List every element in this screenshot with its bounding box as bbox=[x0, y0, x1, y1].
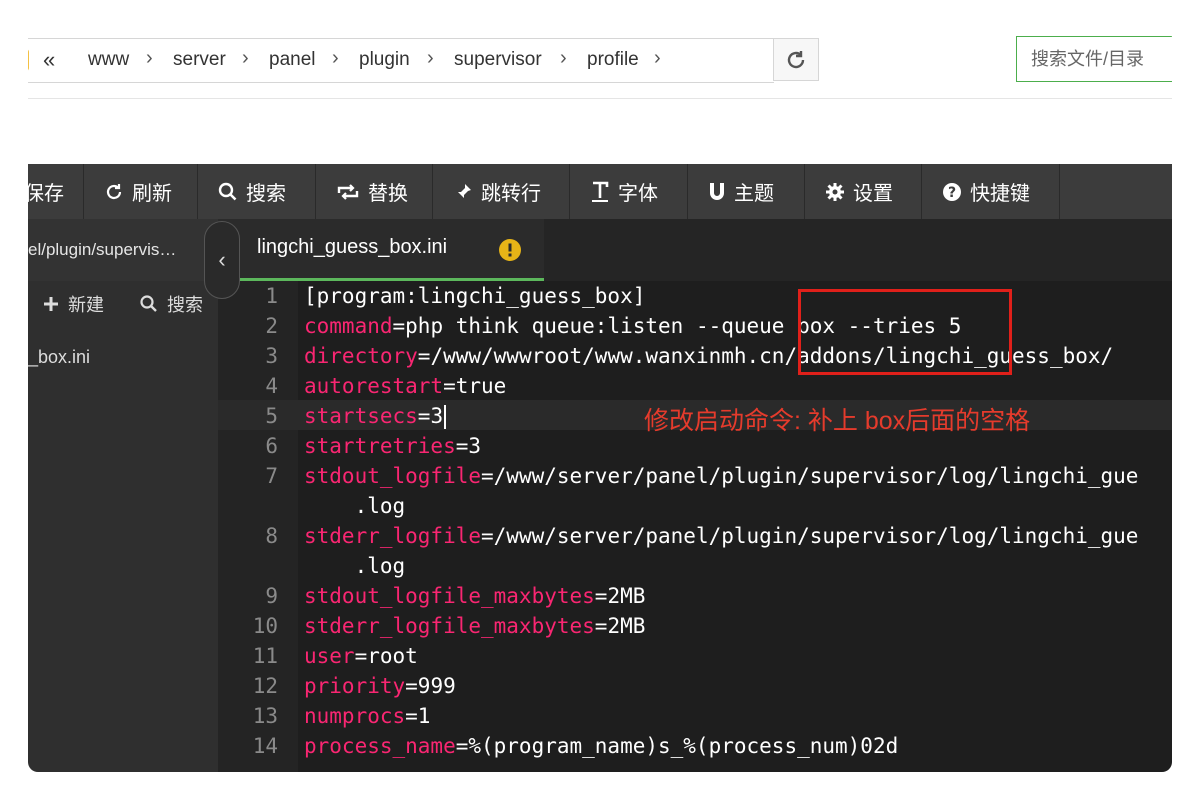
line-number: 8 bbox=[265, 524, 278, 548]
line-number: 5 bbox=[265, 404, 278, 428]
line-number: 12 bbox=[252, 674, 278, 698]
chevron-right-icon: › bbox=[242, 47, 249, 69]
chevron-right-icon: › bbox=[146, 47, 153, 69]
sidebar-search-button[interactable]: 搜索 bbox=[140, 291, 203, 317]
settings-label: 设置 bbox=[853, 183, 893, 205]
code-line-wrap: .log bbox=[304, 554, 406, 578]
line-number: 14 bbox=[252, 734, 278, 758]
code-line: autorestart=true bbox=[304, 374, 507, 398]
sidebar-path: el/plugin/supervis… bbox=[28, 219, 218, 281]
theme-label: 主题 bbox=[734, 183, 774, 205]
search-button[interactable]: 搜索 bbox=[198, 164, 316, 219]
line-number: 3 bbox=[265, 344, 278, 368]
line-number: 2 bbox=[265, 314, 278, 338]
replace-icon bbox=[336, 182, 360, 202]
line-number: 6 bbox=[265, 434, 278, 458]
line-number: 13 bbox=[252, 704, 278, 728]
code-editor[interactable]: 1 [program:lingchi_guess_box] 2 command=… bbox=[218, 281, 1172, 772]
search-label: 搜索 bbox=[246, 183, 286, 205]
code-line: numprocs=1 bbox=[304, 704, 431, 728]
collapse-sidebar-button[interactable]: ‹ bbox=[204, 221, 240, 299]
svg-text:?: ? bbox=[948, 185, 956, 201]
code-line: stdout_logfile=/www/server/panel/plugin/… bbox=[304, 464, 1139, 488]
magnet-icon bbox=[708, 182, 726, 202]
sidebar-file-item[interactable]: _box.ini bbox=[28, 347, 90, 368]
editor-toolbar: 保存 刷新 搜索 替换 跳转行 字体 主题 设置 ? 快捷键 bbox=[28, 164, 1172, 219]
settings-button[interactable]: 设置 bbox=[805, 164, 922, 219]
code-line: stderr_logfile_maxbytes=2MB bbox=[304, 614, 646, 638]
code-line: priority=999 bbox=[304, 674, 456, 698]
refresh-icon bbox=[787, 50, 805, 68]
breadcrumb[interactable]: « www › server › panel › plugin › superv… bbox=[28, 38, 774, 83]
chevron-left-icon: ‹ bbox=[218, 247, 226, 272]
search-icon bbox=[140, 295, 157, 312]
chevron-right-icon: › bbox=[654, 47, 661, 69]
code-line: stderr_logfile=/www/server/panel/plugin/… bbox=[304, 524, 1139, 548]
code-line: [program:lingchi_guess_box] bbox=[304, 284, 646, 308]
annotation-text: 修改启动命令: 补上 box后面的空格 bbox=[644, 407, 1031, 435]
font-button[interactable]: 字体 bbox=[570, 164, 688, 219]
breadcrumb-profile[interactable]: profile bbox=[587, 49, 639, 71]
shortcuts-label: 快捷键 bbox=[970, 183, 1030, 205]
search-icon bbox=[218, 182, 238, 202]
save-button[interactable]: 保存 bbox=[28, 164, 84, 219]
plus-icon bbox=[44, 297, 58, 311]
shortcuts-button[interactable]: ? 快捷键 bbox=[922, 164, 1060, 219]
path-bar: « www › server › panel › plugin › superv… bbox=[28, 28, 1172, 98]
save-label: 保存 bbox=[28, 183, 64, 205]
line-number: 10 bbox=[252, 614, 278, 638]
double-chevron-left-icon[interactable]: « bbox=[43, 47, 55, 73]
chevron-right-icon: › bbox=[332, 47, 339, 69]
blank-area bbox=[28, 98, 1172, 165]
code-line: startretries=3 bbox=[304, 434, 482, 458]
pin-icon bbox=[453, 182, 473, 202]
line-number: 9 bbox=[265, 584, 278, 608]
breadcrumb-server[interactable]: server bbox=[173, 49, 226, 71]
code-line: startsecs=3 bbox=[304, 401, 447, 431]
goto-line-button[interactable]: 跳转行 bbox=[433, 164, 570, 219]
file-sidebar: 新建 搜索 _box.ini bbox=[28, 281, 218, 772]
replace-button[interactable]: 替换 bbox=[316, 164, 433, 219]
chevron-right-icon: › bbox=[427, 47, 434, 69]
gear-icon bbox=[825, 182, 845, 202]
help-icon: ? bbox=[942, 182, 962, 202]
goto-line-label: 跳转行 bbox=[481, 183, 541, 205]
code-line: stdout_logfile_maxbytes=2MB bbox=[304, 584, 646, 608]
folder-icon bbox=[28, 49, 29, 71]
theme-button[interactable]: 主题 bbox=[688, 164, 805, 219]
tab-bar: el/plugin/supervis… lingchi_guess_box.in… bbox=[28, 219, 1172, 281]
red-highlight-box bbox=[798, 289, 1012, 375]
font-icon bbox=[590, 181, 610, 203]
sidebar-search-label: 搜索 bbox=[167, 295, 203, 315]
editor-window: « www › server › panel › plugin › superv… bbox=[28, 28, 1172, 772]
file-search-input[interactable]: 搜索文件/目录 bbox=[1016, 36, 1172, 82]
refresh-icon bbox=[104, 182, 124, 202]
chevron-right-icon: › bbox=[560, 47, 567, 69]
replace-label: 替换 bbox=[368, 183, 408, 205]
line-number: 7 bbox=[265, 464, 278, 488]
code-line-wrap: .log bbox=[304, 494, 406, 518]
refresh-button[interactable]: 刷新 bbox=[84, 164, 198, 219]
tab-lingchi-guess-box-ini[interactable]: lingchi_guess_box.ini bbox=[218, 219, 544, 281]
refresh-label: 刷新 bbox=[132, 183, 172, 205]
text-cursor bbox=[444, 405, 447, 429]
code-line: user=root bbox=[304, 644, 418, 668]
breadcrumb-panel[interactable]: panel bbox=[269, 49, 316, 71]
code-line: process_name=%(program_name)s_%(process_… bbox=[304, 734, 899, 758]
line-number: 4 bbox=[265, 374, 278, 398]
breadcrumb-supervisor[interactable]: supervisor bbox=[454, 49, 542, 71]
unsaved-warning-icon[interactable] bbox=[499, 239, 521, 261]
tab-title: lingchi_guess_box.ini bbox=[257, 236, 448, 258]
new-file-label: 新建 bbox=[68, 295, 104, 315]
line-number: 11 bbox=[252, 644, 278, 668]
breadcrumb-plugin[interactable]: plugin bbox=[359, 49, 410, 71]
new-file-button[interactable]: 新建 bbox=[42, 291, 104, 317]
font-label: 字体 bbox=[618, 183, 658, 205]
breadcrumb-www[interactable]: www bbox=[88, 49, 129, 71]
path-refresh-button[interactable] bbox=[773, 38, 819, 81]
